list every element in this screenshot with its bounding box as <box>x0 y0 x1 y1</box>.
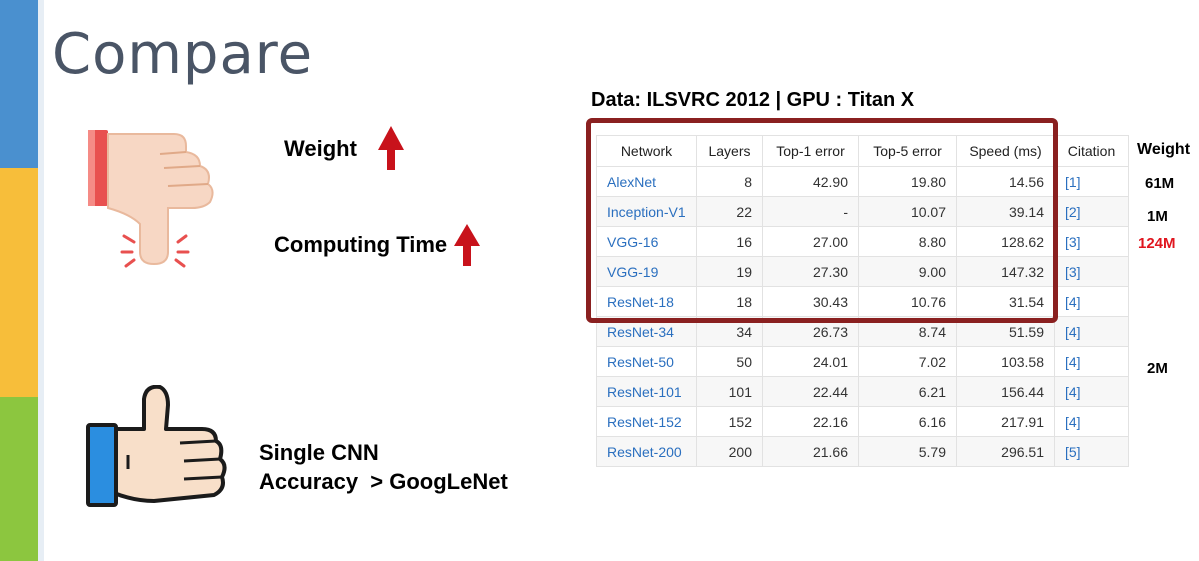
cell-speed: 217.91 <box>956 406 1055 437</box>
accent-stripe-blue <box>0 0 38 168</box>
cell-citation[interactable]: [1] <box>1054 166 1129 197</box>
table-row: ResNet-50 50 24.01 7.02 103.58 [4] <box>596 346 1129 377</box>
table-row: ResNet-200 200 21.66 5.79 296.51 [5] <box>596 436 1129 467</box>
cell-citation[interactable]: [4] <box>1054 406 1129 437</box>
cell-top5: 6.16 <box>858 406 957 437</box>
cell-top5: 6.21 <box>858 376 957 407</box>
cell-speed: 156.44 <box>956 376 1055 407</box>
accent-stripe-green <box>0 397 38 561</box>
weight-inception: 1M <box>1147 208 1168 225</box>
data-caption: Data: ILSVRC 2012 | GPU : Titan X <box>591 89 915 111</box>
weight-column-header: Weight <box>1137 141 1191 158</box>
cell-top5: 5.79 <box>858 436 957 467</box>
accent-stripe-yellow <box>0 168 38 397</box>
weight-alexnet: 61M <box>1145 175 1175 192</box>
cell-citation[interactable]: [4] <box>1054 346 1129 377</box>
cell-citation[interactable]: [4] <box>1054 286 1129 317</box>
table-row: ResNet-152 152 22.16 6.16 217.91 [4] <box>596 406 1129 437</box>
up-arrow-icon <box>454 224 480 266</box>
weight-label: Weight <box>284 136 357 161</box>
cell-layers: 200 <box>696 436 763 467</box>
cell-top5: 7.02 <box>858 346 957 377</box>
accent-stripe-divider <box>38 0 44 561</box>
cell-top1: 21.66 <box>762 436 859 467</box>
cnn-line-2: Accuracy > GoogLeNet <box>259 469 508 494</box>
thumbs-down-icon <box>88 130 214 268</box>
cell-network[interactable]: ResNet-152 <box>596 406 697 437</box>
cell-citation[interactable]: [4] <box>1054 376 1129 407</box>
header-citation: Citation <box>1054 135 1129 167</box>
cell-network[interactable]: ResNet-50 <box>596 346 697 377</box>
highlight-box <box>586 118 1058 323</box>
cell-citation[interactable]: [3] <box>1054 256 1129 287</box>
cell-top1: 22.16 <box>762 406 859 437</box>
cell-top1: 22.44 <box>762 376 859 407</box>
cell-top1: 24.01 <box>762 346 859 377</box>
slide-title: Compare <box>52 22 314 87</box>
weight-vgg16: 124M <box>1138 235 1176 252</box>
up-arrow-icon <box>378 126 404 170</box>
cell-layers: 101 <box>696 376 763 407</box>
weight-resnet50: 2M <box>1147 360 1168 377</box>
cnn-line-1: Single CNN <box>259 440 379 465</box>
cell-citation[interactable]: [2] <box>1054 196 1129 227</box>
cell-network[interactable]: ResNet-101 <box>596 376 697 407</box>
thumbs-up-icon <box>86 385 227 507</box>
cell-citation[interactable]: [3] <box>1054 226 1129 257</box>
cell-layers: 152 <box>696 406 763 437</box>
table-row: ResNet-101 101 22.44 6.21 156.44 [4] <box>596 376 1129 407</box>
cnn-accuracy-note: Single CNN Accuracy > GoogLeNet <box>259 438 508 496</box>
cell-speed: 103.58 <box>956 346 1055 377</box>
cell-citation[interactable]: [5] <box>1054 436 1129 467</box>
cell-network[interactable]: ResNet-200 <box>596 436 697 467</box>
computing-time-label: Computing Time <box>274 232 448 257</box>
cell-layers: 50 <box>696 346 763 377</box>
cell-speed: 296.51 <box>956 436 1055 467</box>
cell-citation[interactable]: [4] <box>1054 316 1129 347</box>
